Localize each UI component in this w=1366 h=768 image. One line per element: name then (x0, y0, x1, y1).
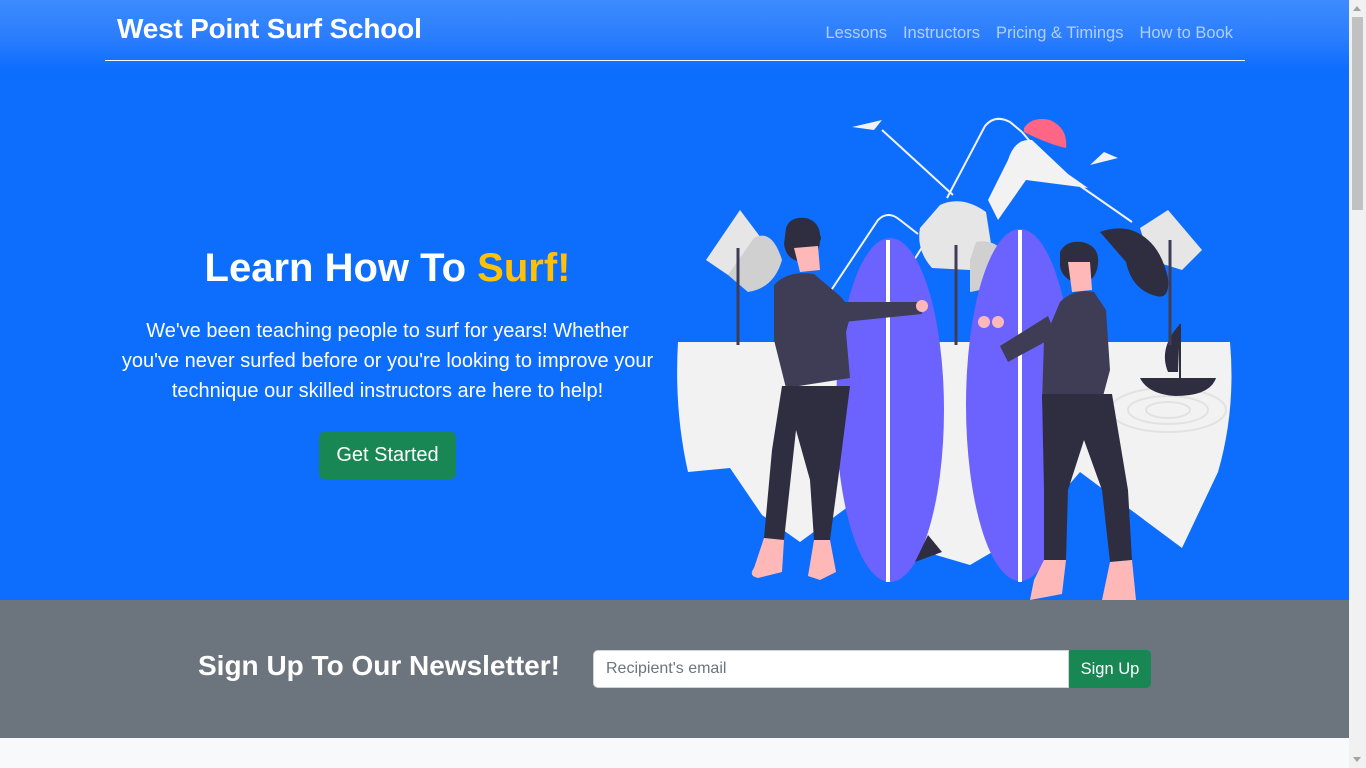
newsletter-signup-button[interactable]: Sign Up (1069, 650, 1151, 688)
nav-link-pricing-timings[interactable]: Pricing & Timings (996, 24, 1123, 42)
nav-item-pricing: Pricing & Timings (996, 24, 1123, 43)
hero-description: We've been teaching people to surf for y… (121, 320, 654, 402)
nav-item-how-to-book: How to Book (1139, 24, 1233, 43)
nav-item-instructors: Instructors (903, 24, 980, 43)
nav-link-how-to-book[interactable]: How to Book (1139, 24, 1233, 42)
surfers-illustration (677, 117, 1232, 600)
vertical-scrollbar[interactable] (1349, 0, 1366, 768)
nav-link-lessons[interactable]: Lessons (825, 24, 886, 42)
brand-link[interactable]: West Point Surf School (117, 13, 422, 45)
nav-links: Lessons Instructors Pricing & Timings Ho… (825, 24, 1233, 43)
hero-title-accent: Surf! (477, 246, 571, 290)
nav-link-instructors[interactable]: Instructors (903, 24, 980, 42)
navbar: West Point Surf School Lessons Instructo… (105, 0, 1245, 61)
hero-title: Learn How To Surf! (110, 240, 665, 296)
hero-content: Learn How To Surf! We've been teaching p… (110, 240, 665, 479)
scrollbar-thumb[interactable] (1352, 17, 1363, 210)
newsletter-title: Sign Up To Our Newsletter! (198, 650, 560, 681)
scroll-up-arrow-icon[interactable] (1353, 6, 1361, 11)
page: West Point Surf School Lessons Instructo… (0, 0, 1349, 768)
scroll-down-arrow-icon[interactable] (1353, 757, 1361, 762)
newsletter-email-input[interactable] (593, 650, 1069, 688)
nav-item-lessons: Lessons (825, 24, 886, 43)
get-started-button[interactable]: Get Started (319, 432, 456, 479)
hero-title-main: Learn How To (204, 246, 478, 290)
